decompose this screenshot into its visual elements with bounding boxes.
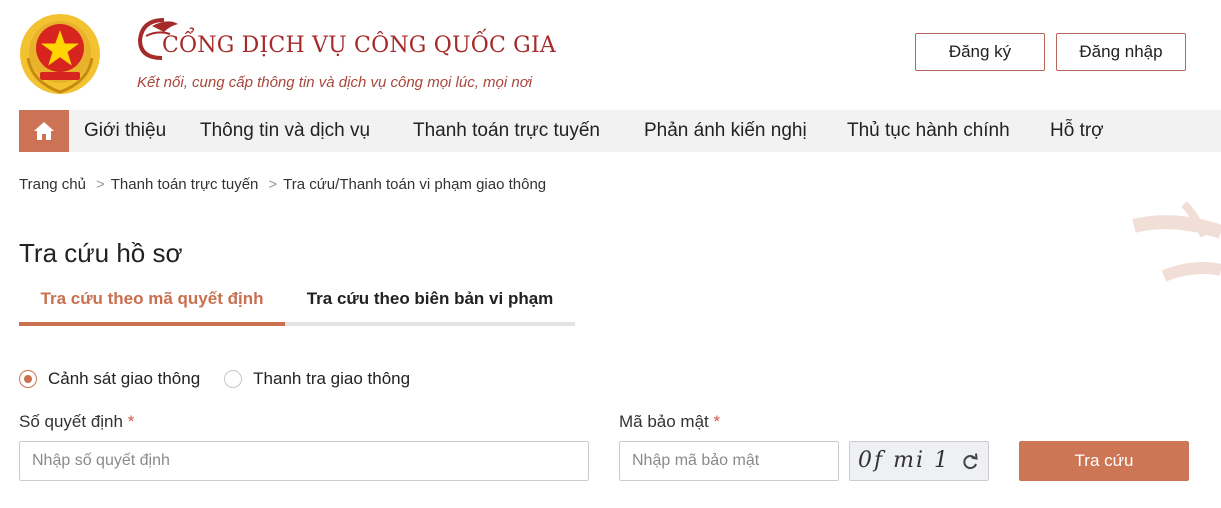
site-header: CỔNG DỊCH VỤ CÔNG QUỐC GIA Kết nối, cung… [0, 0, 1221, 110]
decision-number-label: Số quyết định * [19, 412, 134, 432]
captcha-image: 0f mi 1 [849, 441, 989, 481]
agency-radio-group: Cảnh sát giao thông Thanh tra giao thông [19, 366, 410, 392]
nav-item-phan-anh[interactable]: Phản ánh kiến nghị [644, 110, 807, 152]
breadcrumb-payment[interactable]: Thanh toán trực tuyến [111, 176, 259, 193]
nav-item-thong-tin-dich-vu[interactable]: Thông tin và dịch vụ [200, 110, 370, 152]
decorative-pattern [1132, 201, 1221, 282]
tab-by-violation-record[interactable]: Tra cứu theo biên bản vi phạm [285, 276, 575, 322]
nav-item-thanh-toan[interactable]: Thanh toán trực tuyến [413, 110, 600, 152]
breadcrumb-home[interactable]: Trang chủ [19, 176, 86, 193]
login-button[interactable]: Đăng nhập [1056, 33, 1186, 71]
breadcrumb-separator: > [95, 176, 105, 193]
home-icon [34, 122, 54, 140]
search-tabs: Tra cứu theo mã quyết định Tra cứu theo … [19, 276, 575, 326]
decision-number-input[interactable] [19, 441, 589, 481]
radio-traffic-inspectorate-label[interactable]: Thanh tra giao thông [253, 369, 410, 389]
main-nav: Giới thiệu Thông tin và dịch vụ Thanh to… [19, 110, 1221, 152]
search-button[interactable]: Tra cứu [1019, 441, 1189, 481]
tab-by-decision-code[interactable]: Tra cứu theo mã quyết định [19, 276, 285, 322]
page-title: Tra cứu hồ sơ [19, 238, 183, 268]
nav-item-thu-tuc[interactable]: Thủ tục hành chính [847, 110, 1010, 152]
required-marker: * [713, 412, 721, 431]
required-marker: * [127, 412, 135, 431]
captcha-input[interactable] [619, 441, 839, 481]
captcha-label-text: Mã bảo mật [619, 412, 709, 431]
breadcrumb: Trang chủ > Thanh toán trực tuyến > Tra cứu/… [19, 176, 546, 193]
nav-home-button[interactable] [19, 110, 69, 152]
radio-traffic-police-label[interactable]: Cảnh sát giao thông [48, 369, 200, 389]
breadcrumb-current: Tra cứu/Thanh toán vi phạm giao thông [283, 176, 547, 193]
decision-number-label-text: Số quyết định [19, 412, 123, 431]
register-button[interactable]: Đăng ký [915, 33, 1045, 71]
site-tagline: Kết nối, cung cấp thông tin và dịch vụ c… [137, 74, 533, 91]
radio-traffic-police[interactable] [19, 370, 37, 388]
nav-item-gioi-thieu[interactable]: Giới thiệu [84, 110, 166, 152]
active-tab-indicator [19, 322, 285, 326]
site-title: CỔNG DỊCH VỤ CÔNG QUỐC GIA [162, 33, 556, 58]
nav-item-ho-tro[interactable]: Hỗ trợ [1050, 110, 1104, 152]
captcha-label: Mã bảo mật * [619, 412, 720, 432]
radio-traffic-inspectorate[interactable] [224, 370, 243, 388]
national-emblem-icon[interactable] [18, 12, 102, 96]
captcha-text: 0f mi 1 [858, 448, 951, 473]
breadcrumb-separator: > [268, 176, 278, 193]
refresh-icon[interactable] [960, 452, 980, 472]
